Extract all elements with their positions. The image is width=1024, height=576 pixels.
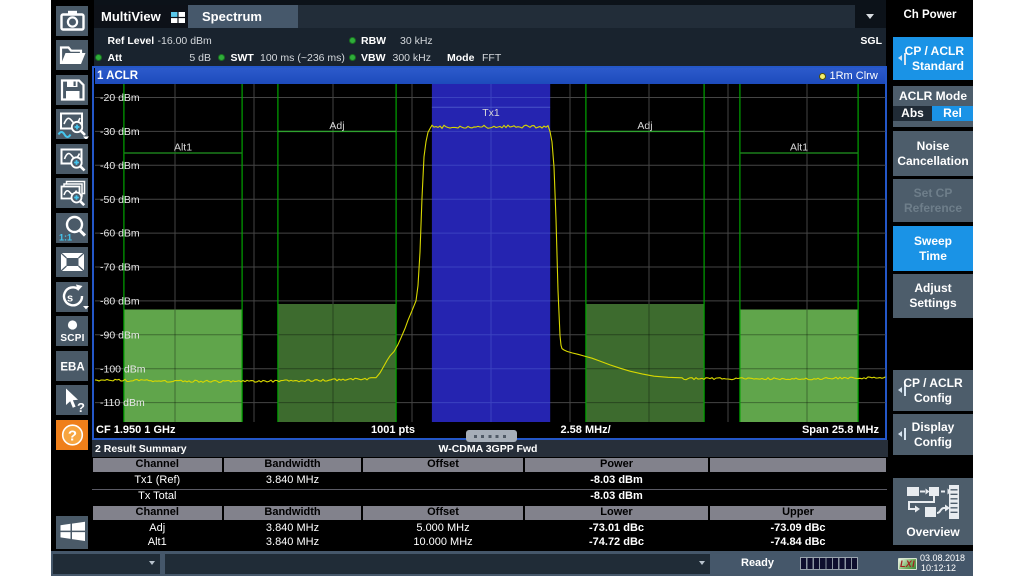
svg-text:-30 dBm: -30 dBm (100, 126, 140, 138)
svg-text:Alt1: Alt1 (790, 141, 808, 153)
svg-text:-80 dBm: -80 dBm (100, 295, 140, 307)
svg-text:Alt1: Alt1 (174, 141, 192, 153)
svg-text:-50 dBm: -50 dBm (100, 193, 140, 205)
svg-text:-70 dBm: -70 dBm (100, 261, 140, 273)
svg-text:Adj: Adj (637, 119, 652, 131)
svg-text:-110 dBm: -110 dBm (100, 397, 145, 409)
svg-text:-60 dBm: -60 dBm (100, 227, 140, 239)
svg-text:Tx1: Tx1 (482, 107, 500, 119)
svg-text:-20 dBm: -20 dBm (100, 92, 140, 104)
svg-text:Adj: Adj (329, 119, 344, 131)
svg-text:?: ? (67, 427, 76, 444)
svg-text:?: ? (77, 400, 85, 415)
svg-text:EBA: EBA (60, 361, 84, 373)
svg-text:-90 dBm: -90 dBm (100, 329, 140, 341)
svg-text:SCPI: SCPI (60, 333, 84, 344)
svg-text:s: s (66, 292, 72, 304)
svg-text:1:1: 1:1 (59, 232, 72, 242)
svg-text:-100 dBm: -100 dBm (100, 363, 146, 375)
svg-text:-40 dBm: -40 dBm (100, 159, 140, 171)
